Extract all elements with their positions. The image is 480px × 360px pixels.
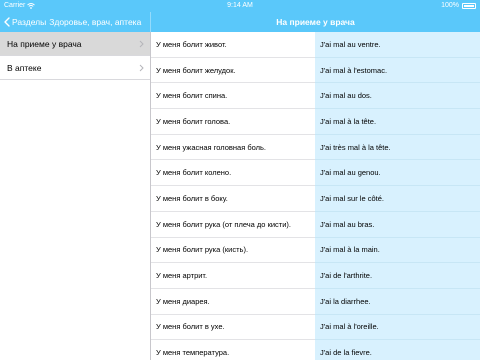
table-row[interactable]: У меня ужасная головная боль. J'ai très m… xyxy=(151,135,480,161)
russian-phrase: У меня болит живот. xyxy=(151,32,315,58)
russian-phrase: У меня болит желудок. xyxy=(151,58,315,84)
french-phrase: J'ai mal au bras. xyxy=(315,212,480,238)
table-row[interactable]: У меня диарея. J'ai la diarrhee. xyxy=(151,289,480,315)
sidebar-item-label: На приеме у врача xyxy=(7,38,82,49)
french-phrase: J'ai la diarrhee. xyxy=(315,289,480,315)
chevron-right-icon xyxy=(139,64,144,72)
table-row[interactable]: У меня болит рука (кисть). J'ai mal à la … xyxy=(151,238,480,264)
phrase-table: У меня болит живот. J'ai mal au ventre. У … xyxy=(151,32,480,360)
russian-phrase: У меня артрит. xyxy=(151,263,315,289)
russian-phrase: У меня болит рука (кисть). xyxy=(151,238,315,264)
russian-phrase: У меня болит в ухе. xyxy=(151,315,315,341)
table-row[interactable]: У меня болит колено. J'ai mal au genou. xyxy=(151,160,480,187)
battery-indicator: 100% xyxy=(441,0,476,12)
french-phrase: J'ai très mal à la tête. xyxy=(315,135,480,161)
french-phrase: J'ai mal à la tête. xyxy=(315,109,480,135)
french-phrase: J'ai mal à la main. xyxy=(315,238,480,264)
french-phrase: J'ai mal à l'estomac. xyxy=(315,58,480,84)
battery-icon xyxy=(462,3,476,9)
table-row[interactable]: У меня температура. J'ai de la fievre. xyxy=(151,340,480,360)
sidebar-item-label: В аптеке xyxy=(7,62,42,73)
table-row[interactable]: У меня болит рука (от плеча до кисти). J'… xyxy=(151,212,480,238)
back-button-label: Разделы xyxy=(12,17,47,27)
sidebar-item-doctor[interactable]: На приеме у врача xyxy=(0,32,150,56)
russian-phrase: У меня болит рука (от плеча до кисти). xyxy=(151,212,315,238)
french-phrase: J'ai mal sur le côté. xyxy=(315,186,480,212)
russian-phrase: У меня болит спина. xyxy=(151,83,315,110)
table-row[interactable]: У меня артрит. J'ai de l'arthrite. xyxy=(151,263,480,289)
table-row[interactable]: У меня болит голова. J'ai mal à la tête. xyxy=(151,109,480,135)
back-button[interactable]: Разделы xyxy=(0,12,46,32)
russian-phrase: У меня ужасная головная боль. xyxy=(151,135,315,161)
detail-title: На приеме у врача xyxy=(276,17,355,27)
sidebar-item-pharmacy[interactable]: В аптеке xyxy=(0,56,150,80)
table-row[interactable]: У меня болит спина. J'ai mal au dos. xyxy=(151,83,480,110)
french-phrase: J'ai mal au genou. xyxy=(315,160,480,187)
french-phrase: J'ai de l'arthrite. xyxy=(315,263,480,289)
master-nav: Разделы Здоровье, врач, аптека xyxy=(0,12,150,32)
battery-percent: 100% xyxy=(441,2,459,9)
navigation-bar: Разделы Здоровье, врач, аптека На приеме… xyxy=(0,12,480,32)
status-bar: Carrier 9:14 AM 100% xyxy=(0,0,480,12)
russian-phrase: У меня болит голова. xyxy=(151,109,315,135)
clock: 9:14 AM xyxy=(227,2,253,9)
chevron-left-icon xyxy=(4,17,10,27)
table-row[interactable]: У меня болит в ухе. J'ai mal à l'oreille. xyxy=(151,315,480,341)
master-title: Здоровье, врач, аптека xyxy=(49,17,142,27)
russian-phrase: У меня диарея. xyxy=(151,289,315,315)
russian-phrase: У меня температура. xyxy=(151,340,315,360)
table-row[interactable]: У меня болит живот. J'ai mal au ventre. xyxy=(151,32,480,58)
french-phrase: J'ai de la fievre. xyxy=(315,340,480,360)
french-phrase: J'ai mal au ventre. xyxy=(315,32,480,58)
french-phrase: J'ai mal à l'oreille. xyxy=(315,315,480,341)
chevron-right-icon xyxy=(139,40,144,48)
sidebar: На приеме у врача В аптеке xyxy=(0,32,150,360)
french-phrase: J'ai mal au dos. xyxy=(315,83,480,110)
table-row[interactable]: У меня болит желудок. J'ai mal à l'estoma… xyxy=(151,58,480,84)
russian-phrase: У меня болит колено. xyxy=(151,160,315,187)
russian-phrase: У меня болит в боку. xyxy=(151,186,315,212)
phrase-rows: У меня болит живот. J'ai mal au ventre. У … xyxy=(151,32,480,360)
table-row[interactable]: У меня болит в боку. J'ai mal sur le côté… xyxy=(151,186,480,212)
